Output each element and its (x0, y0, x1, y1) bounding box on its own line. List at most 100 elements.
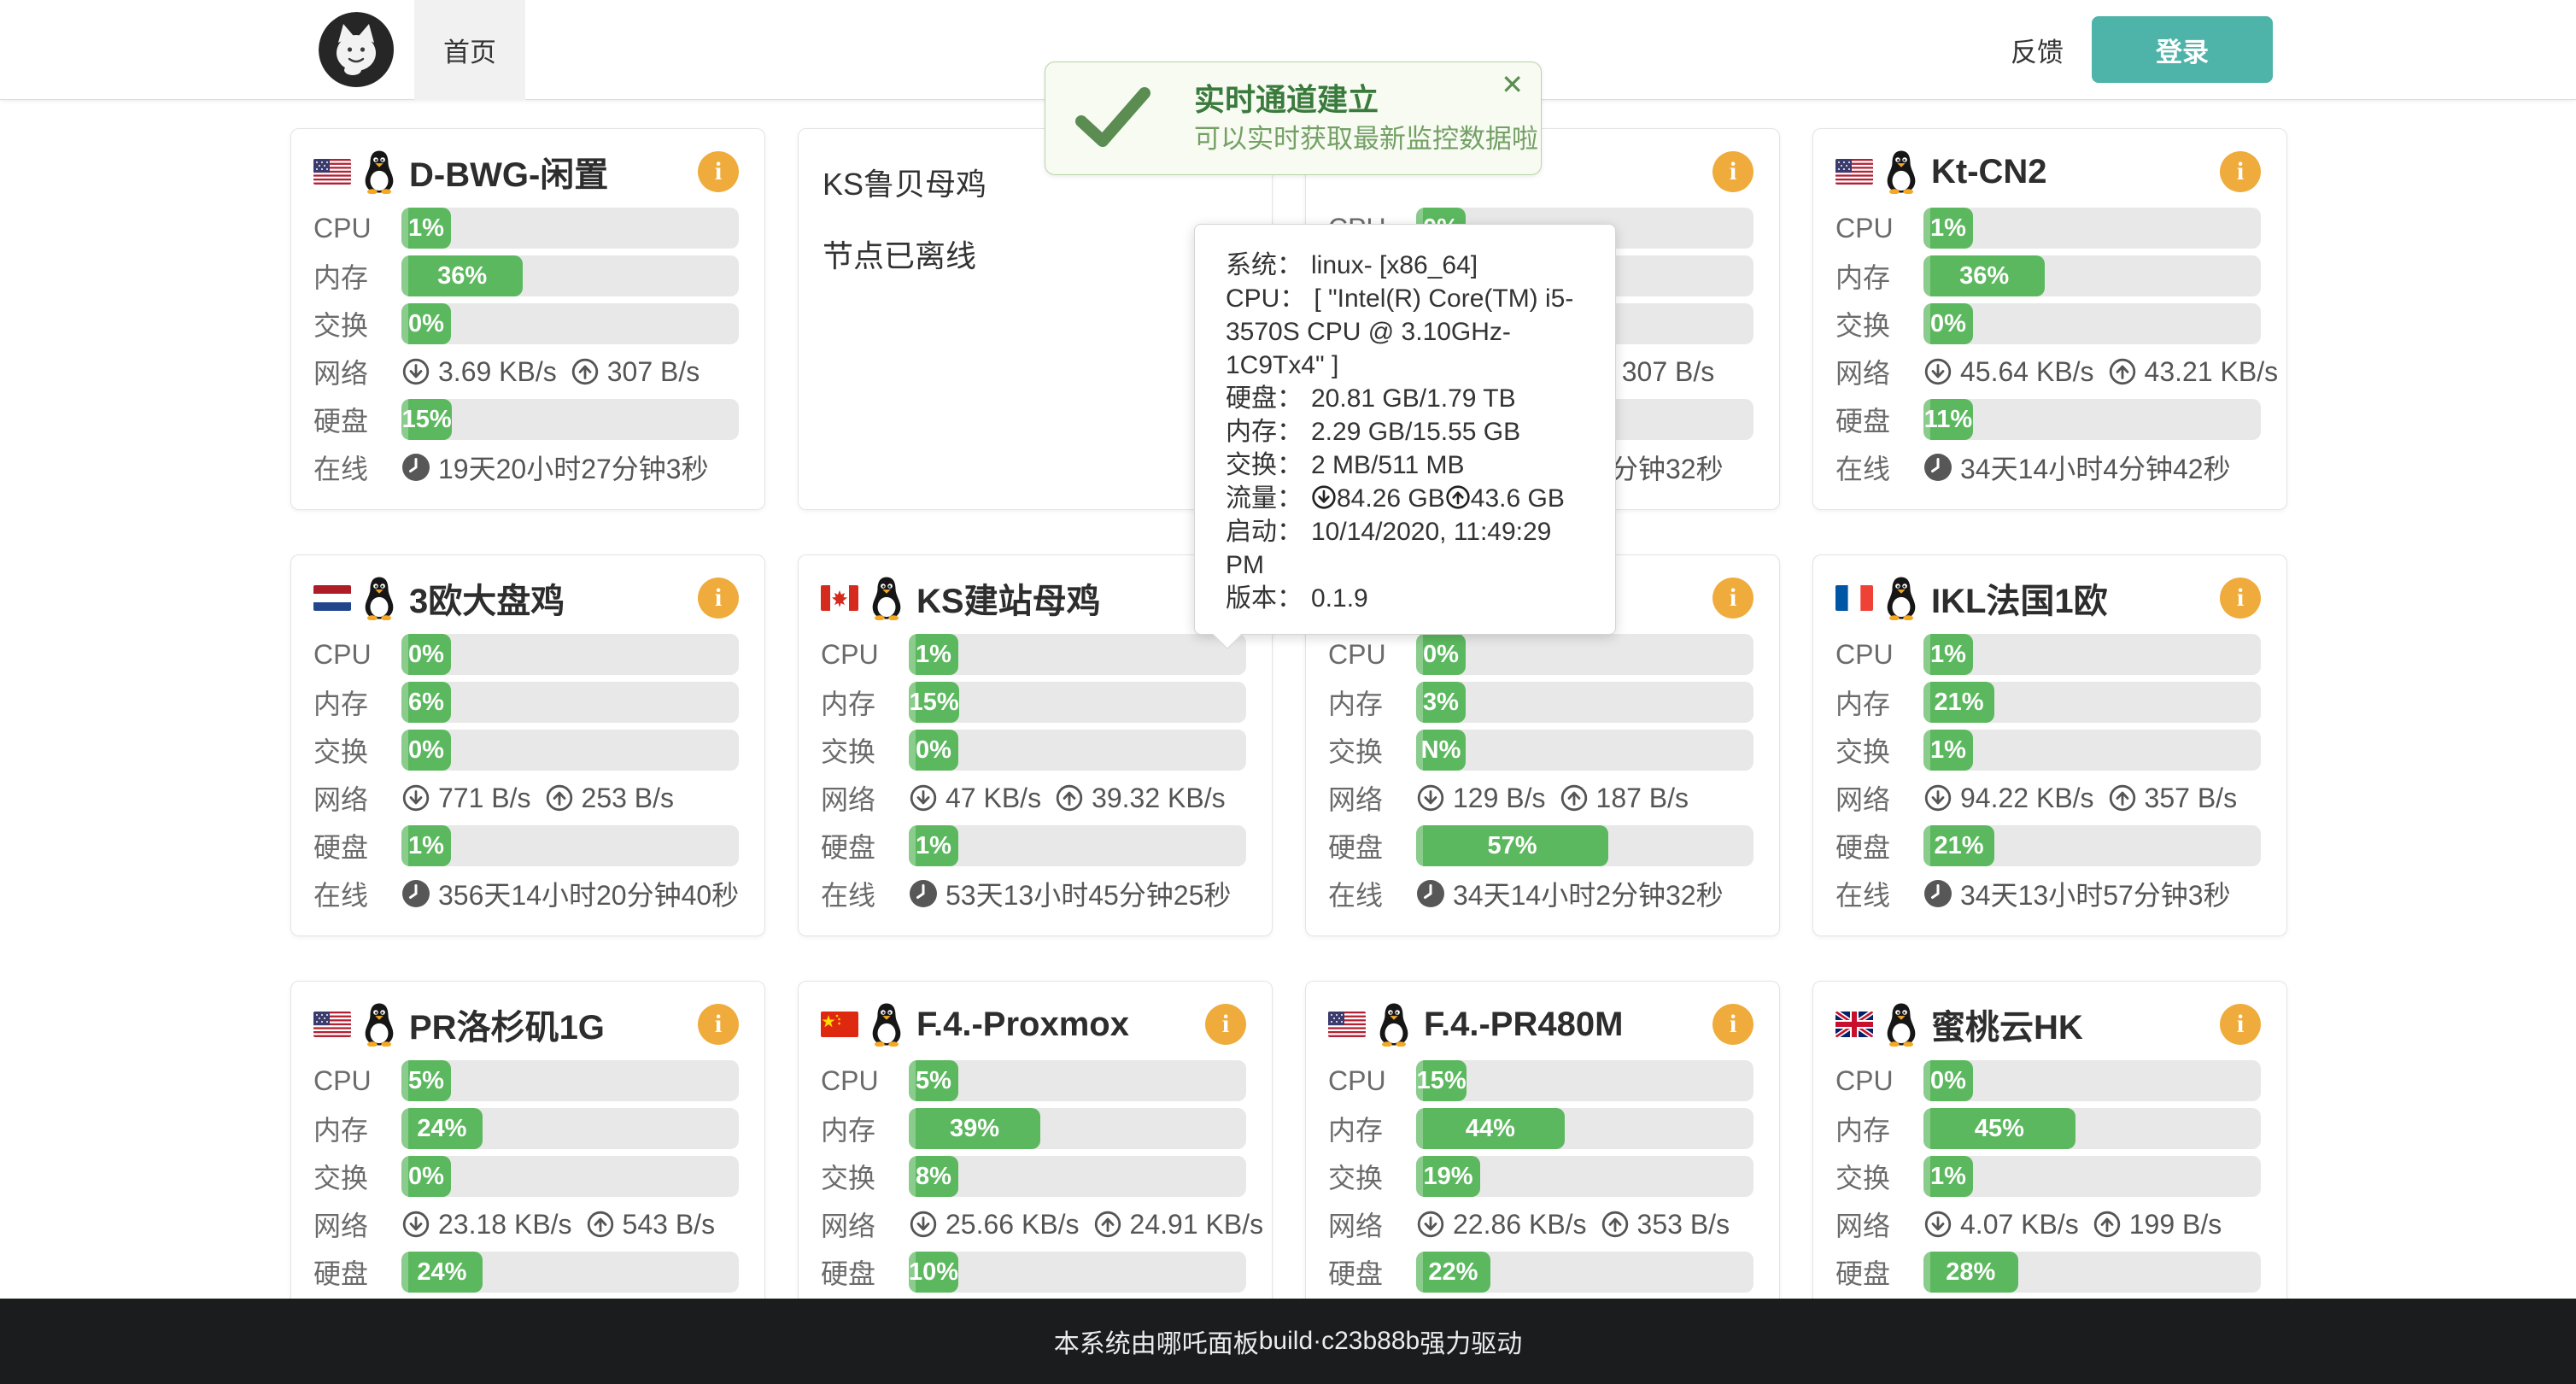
memory-bar-track: 45% (1923, 1108, 2261, 1149)
swap-bar-fill: 0% (1923, 303, 1973, 344)
info-icon[interactable]: i (698, 151, 739, 192)
swap-bar-fill: 1% (1923, 730, 1973, 771)
disk-bar-track: 11% (1923, 399, 2261, 440)
network-label: 网络 (1835, 352, 1923, 391)
tooltip-traffic-line: 流量：84.26 GB43.6 GB (1226, 482, 1584, 515)
upload-arrow-icon (586, 1210, 615, 1239)
site-logo[interactable] (319, 12, 395, 89)
swap-label: 交换 (1328, 1157, 1416, 1196)
uptime-clock-icon (1416, 879, 1445, 908)
disk-percent: 11% (1924, 406, 1972, 434)
feedback-link[interactable]: 反馈 (2011, 0, 2064, 100)
swap-bar-fill: 19% (1416, 1156, 1480, 1197)
cpu-bar-fill: 5% (401, 1060, 451, 1101)
swap-bar-track: 0% (1923, 303, 2261, 344)
disk-percent: 1% (916, 832, 951, 860)
info-icon[interactable]: i (1712, 578, 1753, 619)
network-download-value: 3.69 KB/s (438, 356, 557, 388)
memory-bar-fill: 39% (909, 1108, 1040, 1149)
cpu-label: CPU (821, 1065, 909, 1097)
info-icon[interactable]: i (2220, 151, 2261, 192)
footer-link-build[interactable]: c23b88b (1321, 1327, 1420, 1356)
server-card-title-row: D-BWG-闲置i (313, 148, 739, 196)
info-icon[interactable]: i (698, 1004, 739, 1045)
info-icon[interactable]: i (2220, 578, 2261, 619)
server-card-title-row: IKL法国1欧i (1835, 574, 2261, 622)
cpu-bar-fill: 1% (401, 208, 451, 249)
cpu-percent: 15% (1417, 1067, 1467, 1095)
memory-bar-fill: 15% (909, 682, 959, 723)
info-icon[interactable]: i (2220, 1004, 2261, 1045)
disk-percent: 1% (408, 832, 444, 860)
cpu-bar-track: 1% (1923, 208, 2261, 249)
swap-bar-track: N% (1416, 730, 1753, 771)
cpu-label: CPU (1328, 1065, 1416, 1097)
memory-label: 内存 (1328, 683, 1416, 722)
footer-link-nezha-panel[interactable]: 哪吒面板 (1156, 1322, 1259, 1360)
linux-tux-icon (869, 1002, 905, 1047)
flag-cn-icon (821, 1012, 858, 1037)
login-button[interactable]: 登录 (2092, 16, 2273, 83)
disk-row: 硬盘11% (1835, 399, 2261, 440)
memory-label: 内存 (313, 1109, 401, 1148)
info-icon[interactable]: i (1712, 1004, 1753, 1045)
footer: 本系统由 哪吒面板 build· c23b88b 强力驱动 (0, 1299, 2576, 1384)
tooltip-boot-key: 启动： (1226, 518, 1303, 546)
memory-bar-track: 44% (1416, 1108, 1753, 1149)
info-icon[interactable]: i (1712, 151, 1753, 192)
memory-row: 内存36% (313, 255, 739, 296)
tab-home[interactable]: 首页 (414, 0, 525, 100)
upload-arrow-icon (2093, 1210, 2122, 1239)
disk-label: 硬盘 (313, 1252, 401, 1292)
info-icon[interactable]: i (1205, 1004, 1246, 1045)
memory-percent: 44% (1466, 1115, 1515, 1143)
server-detail-tooltip: 系统：linux- [x86_64] CPU：[ "Intel(R) Core(… (1194, 224, 1616, 635)
server-name: Kt-CN2 (1931, 153, 2047, 191)
swap-bar-track: 8% (909, 1156, 1246, 1197)
swap-percent: 1% (1930, 1163, 1966, 1191)
network-download-value: 4.07 KB/s (1960, 1209, 2079, 1240)
info-icon[interactable]: i (698, 578, 739, 619)
flag-nl-icon (313, 585, 351, 611)
memory-label: 内存 (1835, 256, 1923, 296)
tooltip-mem-key: 内存： (1226, 418, 1303, 446)
footer-text-mid: build· (1259, 1327, 1321, 1356)
cpu-bar-fill: 0% (1923, 1060, 1973, 1101)
server-card: IKL法国1欧iCPU1%内存21%交换1%网络94.22 KB/s357 B/… (1812, 554, 2287, 936)
cpu-row: CPU0% (1328, 634, 1753, 675)
online-row: 在线34天14小时2分钟32秒 (1328, 873, 1753, 914)
swap-label: 交换 (821, 1157, 909, 1196)
tooltip-cpu-line: CPU：[ "Intel(R) Core(TM) i5-3570S CPU @ … (1226, 282, 1584, 382)
disk-percent: 22% (1428, 1258, 1478, 1287)
memory-percent: 15% (910, 689, 959, 717)
network-row: 网络3.69 KB/s307 B/s (313, 351, 739, 392)
disk-bar-fill: 21% (1923, 825, 1994, 866)
memory-percent: 6% (408, 689, 444, 717)
upload-arrow-icon (571, 357, 600, 386)
meme-cat-avatar-icon (319, 12, 394, 87)
network-upload-value: 543 B/s (623, 1209, 716, 1240)
disk-bar-fill: 10% (909, 1252, 958, 1293)
network-download-value: 47 KB/s (946, 783, 1041, 814)
network-row: 网络129 B/s187 B/s (1328, 777, 1753, 818)
swap-percent: 0% (1930, 310, 1966, 338)
server-card: Kt-CN2iCPU1%内存36%交换0%网络45.64 KB/s43.21 K… (1812, 128, 2287, 510)
server-name: KS建站母鸡 (916, 573, 1101, 623)
server-card-title-row: KS建站母鸡i (821, 574, 1246, 622)
disk-bar-track: 57% (1416, 825, 1753, 866)
online-row: 在线34天14小时4分钟42秒 (1835, 447, 2261, 488)
memory-row: 内存45% (1835, 1108, 2261, 1149)
swap-label: 交换 (821, 730, 909, 770)
cpu-label: CPU (313, 1065, 401, 1097)
disk-percent: 15% (402, 406, 452, 434)
cpu-bar-fill: 0% (401, 634, 451, 675)
cpu-label: CPU (313, 213, 401, 244)
memory-bar-track: 15% (909, 682, 1246, 723)
flag-us-icon (1328, 1012, 1366, 1037)
disk-bar-fill: 24% (401, 1252, 483, 1293)
download-arrow-icon (1923, 357, 1952, 386)
toast-close-icon[interactable]: ✕ (1501, 71, 1524, 98)
memory-bar-track: 24% (401, 1108, 739, 1149)
tooltip-system-line: 系统：linux- [x86_64] (1226, 249, 1584, 282)
disk-bar-track: 24% (401, 1252, 739, 1293)
